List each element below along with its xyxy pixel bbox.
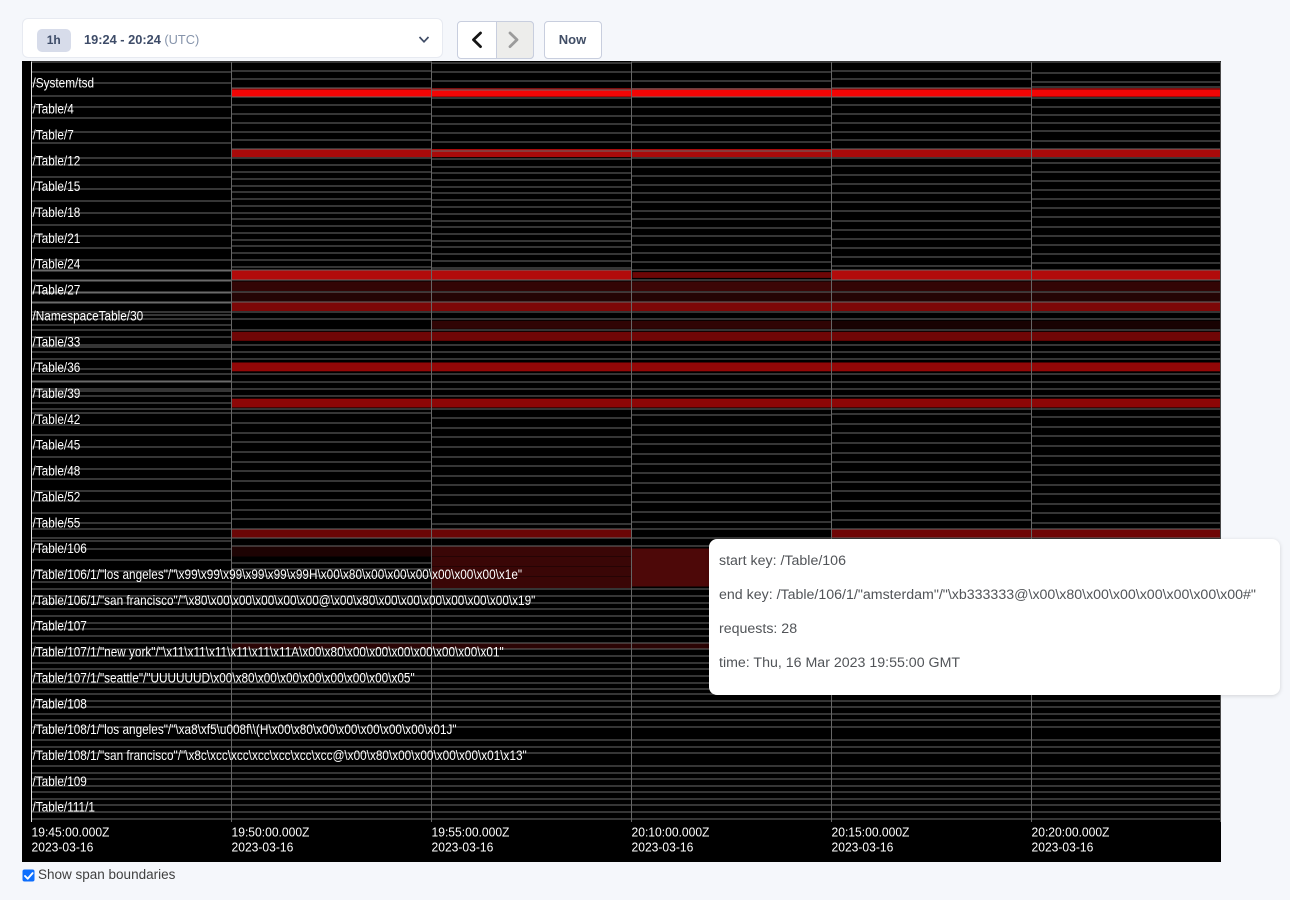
svg-text:/Table/42: /Table/42: [33, 412, 81, 427]
svg-text:/Table/55: /Table/55: [33, 515, 81, 530]
svg-text:/Table/36: /Table/36: [33, 360, 81, 375]
svg-text:19:55:00.000Z: 19:55:00.000Z: [432, 825, 510, 839]
svg-text:/Table/108/1/"san francisco"/": /Table/108/1/"san francisco"/"\x8c\xcc\x…: [33, 748, 527, 763]
svg-text:/Table/109: /Table/109: [33, 774, 87, 789]
svg-text:/Table/33: /Table/33: [33, 334, 81, 349]
svg-text:/Table/107/1/"seattle"/"UUUUUU: /Table/107/1/"seattle"/"UUUUUUD\x00\x80\…: [33, 670, 415, 685]
svg-text:19:45:00.000Z: 19:45:00.000Z: [32, 825, 110, 839]
svg-text:/Table/4: /Table/4: [33, 101, 74, 116]
svg-text:/Table/48: /Table/48: [33, 463, 81, 478]
svg-text:20:15:00.000Z: 20:15:00.000Z: [832, 825, 910, 839]
svg-text:2023-03-16: 2023-03-16: [832, 840, 894, 854]
svg-text:/Table/108/1/"los angeles"/"\x: /Table/108/1/"los angeles"/"\xa8\xf5\u00…: [33, 722, 457, 737]
svg-text:/Table/45: /Table/45: [33, 438, 81, 453]
svg-text:/Table/18: /Table/18: [33, 205, 81, 220]
svg-text:/Table/27: /Table/27: [33, 282, 81, 297]
svg-text:/NamespaceTable/30: /NamespaceTable/30: [33, 308, 144, 323]
svg-text:2023-03-16: 2023-03-16: [32, 840, 94, 854]
svg-text:/Table/39: /Table/39: [33, 386, 81, 401]
svg-text:2023-03-16: 2023-03-16: [432, 840, 494, 854]
svg-text:/Table/52: /Table/52: [33, 489, 81, 504]
svg-text:/Table/111/1: /Table/111/1: [33, 800, 95, 815]
svg-text:/Table/106/1/"los angeles"/"\x: /Table/106/1/"los angeles"/"\x99\x99\x99…: [33, 567, 523, 582]
svg-text:20:20:00.000Z: 20:20:00.000Z: [1032, 825, 1110, 839]
svg-text:2023-03-16: 2023-03-16: [632, 840, 694, 854]
svg-text:/Table/108: /Table/108: [33, 696, 87, 711]
svg-text:/Table/106/1/"san francisco"/": /Table/106/1/"san francisco"/"\x80\x00\x…: [33, 593, 536, 608]
svg-text:2023-03-16: 2023-03-16: [232, 840, 294, 854]
svg-text:20:10:00.000Z: 20:10:00.000Z: [632, 825, 710, 839]
svg-text:/Table/7: /Table/7: [33, 127, 74, 142]
svg-text:/Table/21: /Table/21: [33, 231, 81, 246]
svg-text:/Table/107: /Table/107: [33, 619, 87, 634]
svg-text:/Table/12: /Table/12: [33, 153, 81, 168]
svg-text:/Table/107/1/"new york"/"\x11\: /Table/107/1/"new york"/"\x11\x11\x11\x1…: [33, 644, 504, 659]
svg-text:/Table/15: /Table/15: [33, 179, 81, 194]
svg-text:/Table/24: /Table/24: [33, 257, 81, 272]
svg-text:2023-03-16: 2023-03-16: [1032, 840, 1094, 854]
svg-text:/System/tsd: /System/tsd: [33, 76, 95, 91]
svg-text:19:50:00.000Z: 19:50:00.000Z: [232, 825, 310, 839]
svg-text:/Table/106: /Table/106: [33, 541, 87, 556]
